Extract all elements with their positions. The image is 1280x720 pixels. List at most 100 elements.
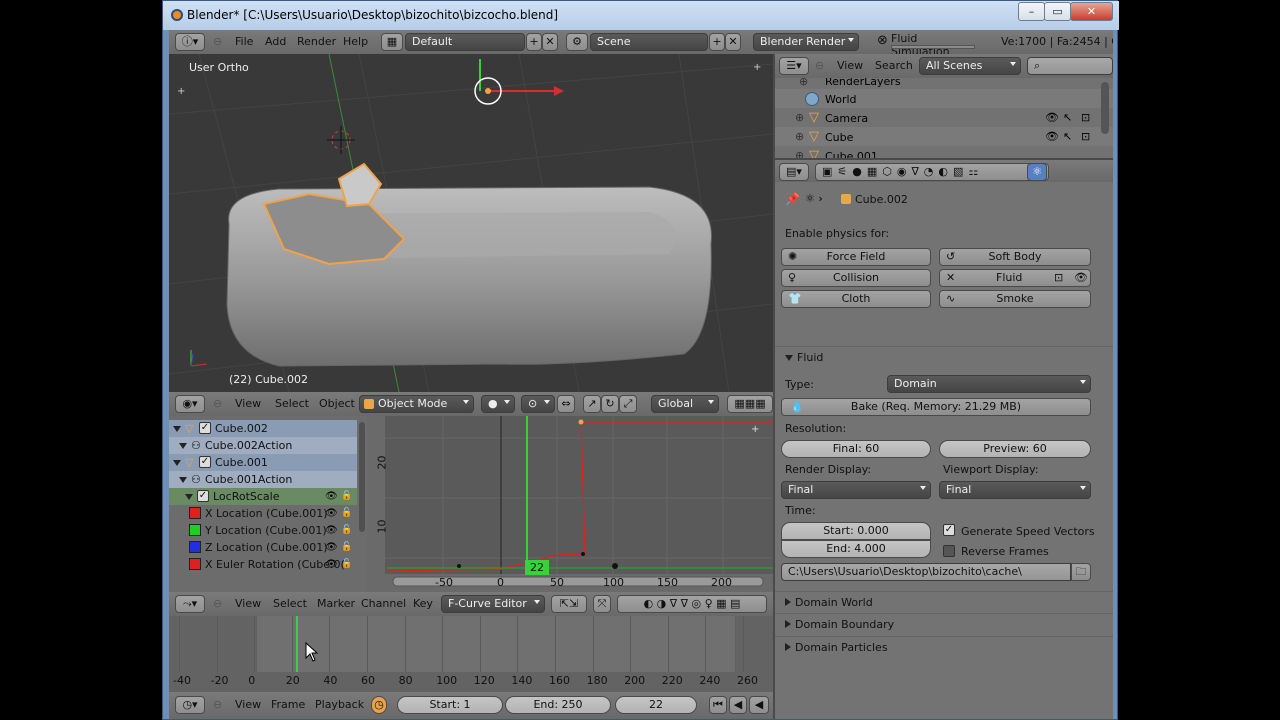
time-end-field[interactable]: End: 4.000 — [781, 540, 931, 558]
channel-row-object[interactable]: ▽ ✓ Cube.001 — [169, 454, 357, 471]
editor-type-outliner-button[interactable]: ☰▾ — [779, 57, 809, 75]
editor-type-properties-button[interactable]: ▤▾ — [779, 163, 809, 181]
menu-render[interactable]: Render — [297, 35, 336, 48]
add-scene-icon[interactable]: + — [709, 33, 725, 51]
fcurve-graph[interactable]: 20 10 -50 0 50 100 150 200 22 + — [367, 416, 773, 592]
lock-icon[interactable]: 🔓 — [341, 488, 352, 505]
menu-view[interactable]: View — [235, 698, 261, 711]
toolshelf-toggle-icon[interactable]: + — [177, 86, 185, 97]
expand-icon[interactable]: ⊕ — [795, 149, 804, 158]
render-engine-select[interactable]: Blender Render — [753, 33, 859, 51]
force-field-button[interactable]: ✺ Force Field — [781, 248, 931, 266]
menu-select[interactable]: Select — [275, 397, 309, 410]
screen-layout-field[interactable]: Default — [405, 33, 525, 51]
domain-world-panel-header[interactable]: Domain World — [775, 591, 1113, 613]
outliner-search-input[interactable]: ⌕ — [1027, 57, 1113, 75]
cursor-icon[interactable]: ↖ — [1063, 111, 1072, 124]
pivot-select[interactable]: ⊙ — [521, 395, 555, 413]
rotate-icon[interactable]: ↻ — [601, 395, 619, 413]
current-frame-field[interactable]: 22 — [615, 696, 697, 714]
menu-frame[interactable]: Frame — [271, 698, 305, 711]
end-frame-field[interactable]: End: 250 — [505, 696, 611, 714]
editor-type-timeline-button[interactable]: ◷▾ — [175, 696, 205, 714]
properties-toggle-icon[interactable]: + — [751, 424, 759, 435]
expand-icon[interactable] — [173, 460, 181, 466]
eye-icon[interactable]: 👁 — [325, 539, 338, 556]
expand-icon[interactable]: ⊕ — [799, 78, 808, 88]
eye-icon[interactable]: 👁 — [325, 488, 338, 505]
only-selected-icon[interactable]: ⇱⇲ — [551, 595, 587, 613]
reverse-frames-checkbox[interactable] — [943, 545, 955, 557]
display-mode-select[interactable]: All Scenes — [919, 57, 1021, 75]
collapse-menu-icon[interactable]: ⊖ — [213, 597, 222, 610]
channel-checkbox[interactable]: ✓ — [199, 422, 211, 434]
fluid-button[interactable]: ✕ Fluid ⊡ 👁 — [939, 269, 1091, 287]
timeline[interactable]: -40 -20 0 20 40 60 80 100 120 140 160 180 200 220 240 2… — [169, 616, 773, 696]
menu-view[interactable]: View — [235, 597, 261, 610]
lock-icon[interactable]: 🔓 — [341, 556, 352, 573]
final-resolution-field[interactable]: Final: 60 — [781, 440, 931, 458]
outliner-item-renderlayers[interactable]: ⊕ RenderLayers — [775, 78, 1113, 89]
channel-row-object[interactable]: ▽ ✓ Cube.002 — [169, 420, 357, 437]
start-frame-field[interactable]: Start: 1 — [397, 696, 503, 714]
curve-color-swatch[interactable] — [189, 524, 201, 536]
menu-channel[interactable]: Channel — [361, 597, 406, 610]
close-button[interactable]: ✕ — [1070, 2, 1113, 21]
collision-button[interactable]: ♀ Collision — [781, 269, 931, 287]
remove-scene-icon[interactable]: ✕ — [725, 33, 741, 51]
eye-icon[interactable]: 👁 — [1045, 130, 1059, 143]
remove-layout-icon[interactable]: ✕ — [542, 33, 558, 51]
minimize-button[interactable]: – — [1018, 2, 1045, 21]
scene-field[interactable]: Scene — [590, 33, 708, 51]
render-icon[interactable]: ⊡ — [1054, 270, 1063, 286]
preview-resolution-field[interactable]: Preview: 60 — [939, 440, 1091, 458]
maximize-button[interactable]: ▭ — [1044, 2, 1071, 21]
title-bar[interactable]: Blender* [C:\Users\Usuario\Desktop\bizoc… — [163, 1, 1119, 30]
prev-keyframe-icon[interactable]: ◀ — [729, 696, 747, 714]
menu-file[interactable]: File — [235, 35, 253, 48]
properties-context-tabs[interactable]: ▣⚟●▦⬡◉∇◔◐▧⚏ — [815, 163, 1049, 181]
graph-tools-row[interactable]: ◐ ◑ ∇ ∇ ◎ ♀ ▦ ▤ — [617, 595, 767, 613]
expand-icon[interactable] — [179, 477, 187, 483]
preview-range-icon[interactable]: ◷ — [371, 696, 387, 714]
menu-view[interactable]: View — [837, 59, 863, 72]
expand-icon[interactable] — [173, 426, 181, 432]
scene-icon[interactable]: ⚙ — [566, 33, 588, 51]
eye-icon[interactable]: 👁 — [1045, 111, 1059, 124]
channel-checkbox[interactable]: ✓ — [199, 456, 211, 468]
outliner-item-cube001[interactable]: ⊕ ▽ Cube.001 — [775, 146, 1113, 158]
channel-row-action[interactable]: ⚇ Cube.002Action — [169, 437, 357, 454]
lock-icon[interactable]: 🔓 — [341, 539, 352, 556]
generate-speed-vectors-checkbox[interactable]: ✓ — [943, 524, 955, 536]
channel-row-group[interactable]: ✓ LocRotScale 👁 🔓 — [169, 488, 357, 505]
expand-icon[interactable] — [179, 443, 187, 449]
time-start-field[interactable]: Start: 0.000 — [781, 522, 931, 540]
scale-icon[interactable]: ⤢ — [619, 395, 637, 413]
screen-layout-icon[interactable]: ▦ — [381, 33, 403, 51]
menu-view[interactable]: View — [235, 397, 261, 410]
menu-help[interactable]: Help — [343, 35, 368, 48]
outliner-item-camera[interactable]: ⊕ ▽ Camera 👁 ↖ ⊡ — [775, 108, 1113, 127]
menu-playback[interactable]: Playback — [315, 698, 364, 711]
channel-row-curve[interactable]: Z Location (Cube.001) 👁 🔓 — [169, 539, 357, 556]
channel-scrollbar[interactable] — [359, 422, 365, 532]
menu-object[interactable]: Object — [319, 397, 355, 410]
translate-icon[interactable]: ↗ — [583, 395, 601, 413]
cursor-icon[interactable]: ↖ — [1063, 130, 1072, 143]
viewport-display-select[interactable]: Final — [939, 481, 1091, 499]
eye-icon[interactable]: 👁 — [1074, 270, 1088, 286]
cache-path-input[interactable]: C:\Users\Usuario\Desktop\bizochito\cache… — [781, 563, 1071, 581]
pivot-icon[interactable]: ⤧ — [593, 595, 611, 613]
expand-icon[interactable]: ⊕ — [795, 111, 804, 124]
fluid-type-select[interactable]: Domain — [887, 375, 1091, 393]
channel-row-action[interactable]: ⚇ Cube.001Action — [169, 471, 357, 488]
channel-row-curve[interactable]: X Location (Cube.001) 👁 🔓 — [169, 505, 357, 522]
eye-icon[interactable]: 👁 — [325, 556, 338, 573]
properties-toggle-icon[interactable]: + — [753, 62, 761, 73]
domain-boundary-panel-header[interactable]: Domain Boundary — [775, 613, 1113, 635]
lock-icon[interactable]: 🔓 — [341, 505, 352, 522]
orientation-select[interactable]: Global — [651, 395, 719, 413]
render-display-select[interactable]: Final — [781, 481, 931, 499]
pin-icon[interactable]: 📌 — [785, 192, 800, 206]
smoke-button[interactable]: ∿ Smoke — [939, 290, 1091, 308]
